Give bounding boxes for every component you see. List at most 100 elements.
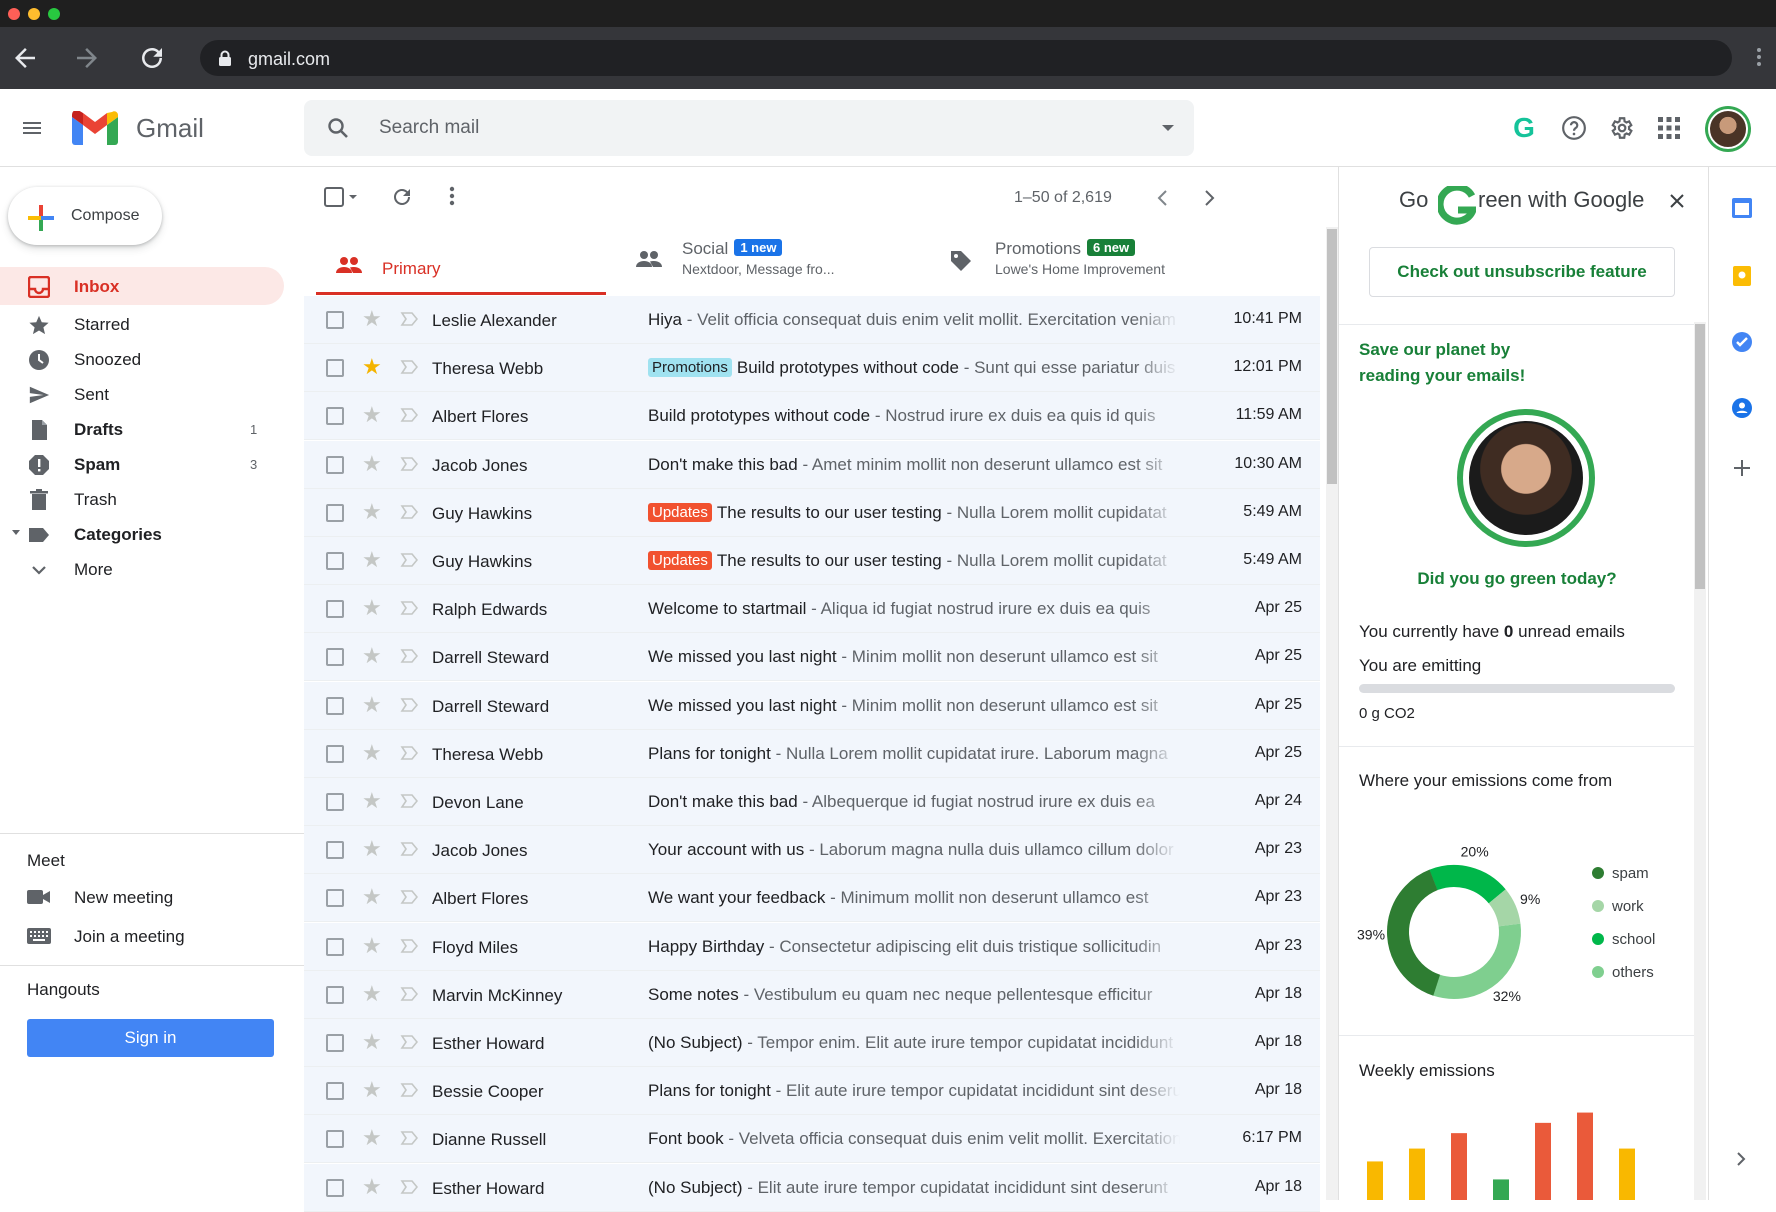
new-meeting-link[interactable]: New meeting [27,883,287,913]
star-icon[interactable]: ★ [362,886,382,908]
importance-marker-icon[interactable] [400,504,418,520]
keep-icon[interactable] [1731,265,1753,287]
row-checkbox[interactable] [326,1082,344,1101]
scrollbar-thumb[interactable] [1327,229,1337,484]
grammarly-icon[interactable]: G [1500,104,1548,152]
star-icon[interactable]: ★ [362,452,382,475]
star-icon[interactable]: ★ [362,982,382,1005]
email-row[interactable]: ★ Leslie Alexander Hiya - Velit officia co… [304,296,1320,344]
email-row[interactable]: ★ Theresa Webb Plans for tonight - Nulla L… [304,729,1320,778]
row-checkbox[interactable] [326,455,344,474]
email-row[interactable]: ★ Albert Flores Build prototypes without c… [304,392,1320,441]
search-bar[interactable]: Search mail [304,100,1194,156]
sidebar-item-sent[interactable]: Sent [0,375,284,413]
contacts-icon[interactable] [1731,397,1753,419]
add-app-icon[interactable] [1733,459,1751,477]
star-icon[interactable]: ★ [362,790,382,812]
row-checkbox[interactable] [326,600,344,619]
star-icon[interactable]: ★ [362,645,382,667]
email-row[interactable]: ★ Darrell Steward We missed you last night… [304,681,1320,730]
sidebar-item-starred[interactable]: Starred [0,305,284,343]
importance-marker-icon[interactable] [400,745,418,761]
refresh-icon[interactable] [390,185,414,209]
importance-marker-icon[interactable] [400,1082,418,1098]
mail-list-scrollbar[interactable] [1326,227,1338,1200]
importance-marker-icon[interactable] [400,552,418,568]
sidebar-item-spam[interactable]: Spam 3 [0,445,284,483]
scrollbar-thumb[interactable] [1695,324,1705,589]
email-row[interactable]: ★ Guy Hawkins Updates The results to our us… [304,488,1320,537]
address-bar[interactable]: gmail.com [200,40,1732,76]
expand-caret-icon[interactable] [12,530,20,535]
email-row[interactable]: ★ Bessie Cooper Plans for tonight - Elit a… [304,1067,1320,1116]
importance-marker-icon[interactable] [400,986,418,1002]
star-icon[interactable]: ★ [362,1031,382,1053]
sidebar-item-categories[interactable]: Categories [0,515,284,553]
hangouts-sign-in-button[interactable]: Sign in [27,1019,274,1057]
email-row[interactable]: ★ Darrell Steward We missed you last night… [304,633,1320,682]
star-icon[interactable]: ★ [362,741,382,764]
reload-button[interactable] [137,43,167,73]
row-checkbox[interactable] [326,696,344,715]
gmail-logo-icon[interactable] [72,111,118,145]
minimize-window-button[interactable] [28,8,40,20]
row-checkbox[interactable] [326,552,344,570]
expand-panel-icon[interactable] [1735,1151,1747,1167]
star-icon[interactable]: ★ [362,404,382,426]
email-row[interactable]: ★ Devon Lane Don't make this bad - Albeque… [304,778,1320,826]
close-window-button[interactable] [8,8,20,20]
email-label-chip[interactable]: Updates [648,551,712,570]
select-all-checkbox[interactable] [324,187,358,207]
importance-marker-icon[interactable] [400,456,418,472]
importance-marker-icon[interactable] [400,889,418,905]
importance-marker-icon[interactable] [400,600,418,616]
star-icon[interactable]: ★ [362,500,382,523]
email-row[interactable]: ★ Guy Hawkins Updates The results to our us… [304,537,1320,585]
star-icon[interactable]: ★ [362,1079,382,1101]
email-row[interactable]: ★ Ralph Edwards Welcome to startmail - Ali… [304,585,1320,634]
next-page-icon[interactable] [1202,189,1216,207]
row-checkbox[interactable] [326,1178,344,1197]
email-row[interactable]: ★ Marvin McKinney Some notes - Vestibulum … [304,970,1320,1019]
row-checkbox[interactable] [326,1130,344,1149]
row-checkbox[interactable] [326,889,344,908]
forward-button[interactable] [72,43,102,73]
email-label-chip[interactable]: Promotions [648,358,732,378]
calendar-icon[interactable] [1731,197,1753,219]
email-row[interactable]: ★ Theresa Webb Promotions Build prototypes … [304,344,1320,393]
importance-marker-icon[interactable] [400,1179,418,1195]
star-icon[interactable]: ★ [362,356,382,378]
tab-promotions[interactable]: Promotions 6 new Lowe's Home Improvement [929,235,1259,295]
star-icon[interactable]: ★ [362,934,382,957]
email-row[interactable]: ★ Jacob Jones Your account with us - Labor… [304,826,1320,875]
row-checkbox[interactable] [326,648,344,667]
star-icon[interactable]: ★ [362,597,382,619]
importance-marker-icon[interactable] [400,1034,418,1050]
row-checkbox[interactable] [326,937,344,956]
search-options-icon[interactable] [1162,125,1174,131]
close-icon[interactable] [1669,193,1685,209]
settings-gear-icon[interactable] [1597,104,1645,152]
join-meeting-link[interactable]: Join a meeting [27,922,287,952]
email-row[interactable]: ★ Floyd Miles Happy Birthday - Consectetur… [304,922,1320,971]
star-icon[interactable]: ★ [362,693,382,716]
tasks-icon[interactable] [1731,331,1753,353]
sidebar-item-inbox[interactable]: Inbox [0,267,284,305]
back-button[interactable] [10,43,40,73]
email-row[interactable]: ★ Dianne Russell Font book - Velveta offic… [304,1115,1320,1164]
importance-marker-icon[interactable] [400,697,418,713]
email-row[interactable]: ★ Albert Flores We want your feedback - Mi… [304,874,1320,923]
row-checkbox[interactable] [326,841,344,860]
email-row[interactable]: ★ Esther Howard (No Subject) - Elit aute i… [304,1163,1320,1212]
row-checkbox[interactable] [326,793,344,811]
row-checkbox[interactable] [326,1034,344,1052]
importance-marker-icon[interactable] [400,407,418,423]
row-checkbox[interactable] [326,985,344,1004]
main-menu-icon[interactable] [20,116,44,140]
previous-page-icon[interactable] [1156,189,1170,207]
row-checkbox[interactable] [326,359,344,378]
apps-grid-icon[interactable] [1645,104,1693,152]
row-checkbox[interactable] [326,407,344,426]
row-checkbox[interactable] [326,744,344,763]
email-row[interactable]: ★ Esther Howard (No Subject) - Tempor enim… [304,1019,1320,1067]
